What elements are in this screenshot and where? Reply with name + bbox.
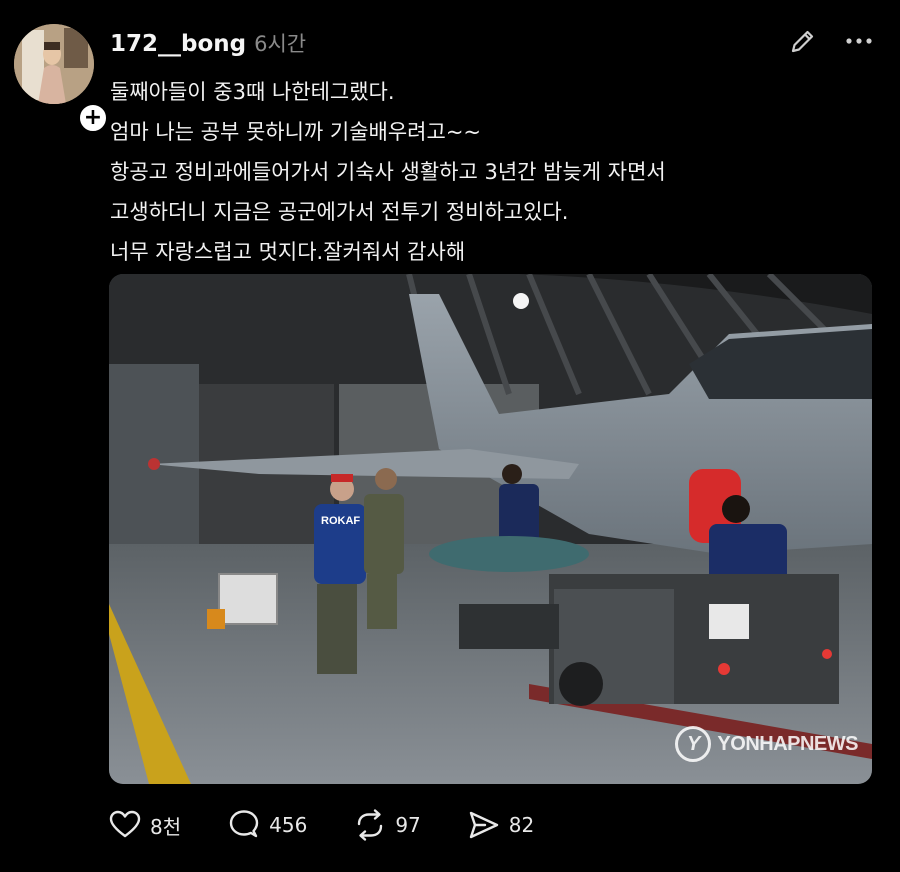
hangar-photo: ROKAF xyxy=(109,274,872,784)
pencil-icon[interactable] xyxy=(788,26,818,56)
post-body: 둘째아들이 중3때 나한테그랬다. 엄마 나는 공부 못하니까 기술배우려고~~… xyxy=(110,72,870,272)
avatar[interactable] xyxy=(14,24,94,104)
post-text-line: 너무 자랑스럽고 멋지다.잘커줘서 감사해 xyxy=(110,240,466,264)
post-text-line: 항공고 정비과에들어가서 기숙사 생활하고 3년간 밤늦게 자면서 xyxy=(110,160,666,184)
timestamp[interactable]: 6시간 xyxy=(254,28,306,58)
reply-button[interactable]: 456 xyxy=(227,808,307,842)
yonhap-logo-icon: Y xyxy=(675,726,712,762)
follow-plus-icon[interactable]: + xyxy=(77,102,109,134)
share-count: 82 xyxy=(508,813,535,837)
post-text-line: 둘째아들이 중3때 나한테그랬다. xyxy=(110,80,395,104)
repost-button[interactable]: 97 xyxy=(353,808,421,842)
share-button[interactable]: 82 xyxy=(467,808,534,842)
post-text-line: 엄마 나는 공부 못하니까 기술배우려고~~ xyxy=(110,120,482,144)
repost-icon xyxy=(358,809,383,841)
watermark: Y YONHAPNEWS xyxy=(675,726,858,762)
svg-text:ROKAF: ROKAF xyxy=(321,515,360,527)
action-bar: 8천 456 97 82 xyxy=(108,808,580,842)
username[interactable]: 172__bong xyxy=(110,31,246,57)
more-options-icon[interactable] xyxy=(842,26,876,56)
comment-icon xyxy=(229,810,259,838)
like-count: 8천 xyxy=(150,814,182,839)
like-button[interactable]: 8천 xyxy=(108,808,181,842)
repost-count: 97 xyxy=(395,813,421,837)
reply-count: 456 xyxy=(269,813,308,837)
avatar-container[interactable]: + xyxy=(14,24,109,134)
post-image[interactable]: ROKAF Y YONHAPNEWS xyxy=(109,274,872,784)
watermark-text: YONHAPNEWS xyxy=(717,732,858,755)
post-text-line: 고생하더니 지금은 공군에가서 전투기 정비하고있다. xyxy=(110,200,569,224)
heart-icon xyxy=(109,810,141,838)
send-icon xyxy=(469,811,498,839)
post-header: 172__bong 6시간 xyxy=(110,28,306,58)
